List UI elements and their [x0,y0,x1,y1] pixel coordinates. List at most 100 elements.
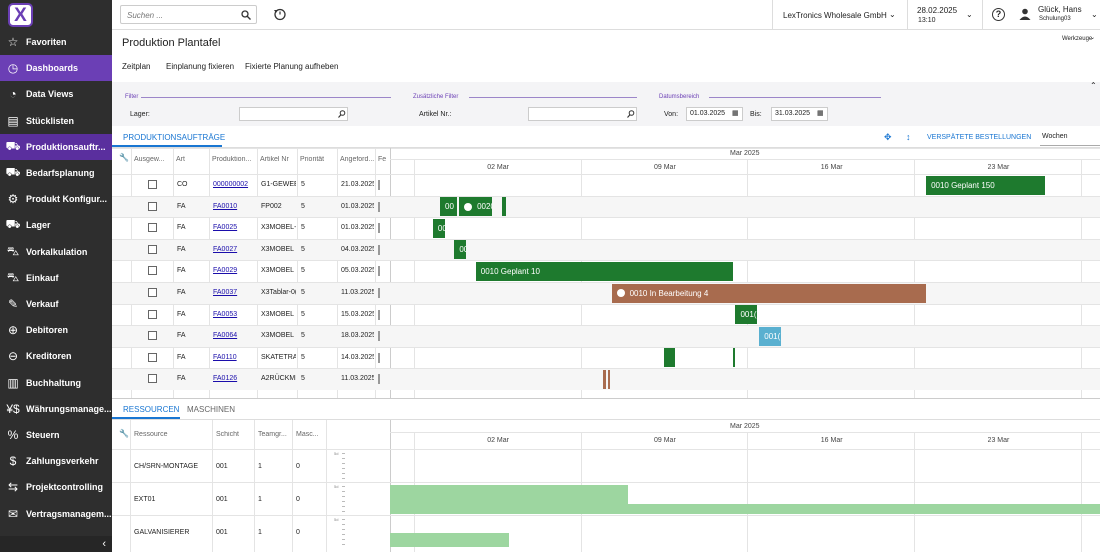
gantt-bar[interactable]: 0020 [459,197,493,217]
move-icon[interactable]: ✥ [884,132,892,143]
column-header[interactable]: Produktion... [212,156,257,163]
gantt-bar[interactable] [501,197,506,217]
collapse-filter-icon[interactable]: ⌃ [1090,81,1097,90]
select-checkbox[interactable] [148,266,157,276]
sidebar-item[interactable]: % Steuern [0,422,112,448]
sidebar-item[interactable]: ⊖ Kreditoren [0,343,112,369]
cell-prod[interactable]: FA0053 [213,304,256,325]
column-header[interactable]: Ressource [134,431,210,438]
select-checkbox[interactable] [148,201,157,211]
sidebar-item[interactable]: ⇆ Projektcontrolling [0,474,112,500]
select-checkbox[interactable] [148,288,157,297]
row-handle[interactable] [378,374,380,385]
cell-prod[interactable]: FA0064 [213,325,256,346]
user-name[interactable]: Glück, Hans [1038,5,1082,14]
cell-prod[interactable]: FA0025 [213,217,256,238]
history-icon[interactable] [273,7,287,21]
gantt-bar[interactable] [663,348,675,368]
select-checkbox[interactable] [148,331,157,341]
select-checkbox[interactable] [148,309,157,319]
view-mode-select[interactable]: Wochen [1042,133,1068,140]
gantt-bar[interactable] [608,369,611,389]
gantt-bar[interactable]: 00 [454,240,467,260]
column-header[interactable]: Teamgr... [258,431,290,438]
cell-prod[interactable]: FA0029 [213,260,256,281]
calendar-icon[interactable]: ▦ [732,109,739,117]
row-handle[interactable] [378,223,380,234]
select-checkbox[interactable] [148,244,157,254]
user-icon[interactable] [1019,8,1031,20]
column-header[interactable]: Priorität [300,156,337,163]
gantt-bar[interactable] [603,369,606,389]
select-checkbox[interactable] [148,374,157,384]
cell-prod[interactable]: FA0027 [213,239,256,260]
row-handle[interactable] [378,180,380,190]
gantt-bar[interactable] [733,348,736,368]
column-header[interactable]: Masc... [296,431,324,438]
gantt-bar[interactable]: 001( [735,305,757,325]
select-checkbox[interactable] [148,180,157,189]
app-logo[interactable]: X [8,3,33,27]
column-header[interactable]: Artikel Nr [260,156,297,163]
sidebar-item[interactable]: ◔ Data Views [0,81,112,107]
column-header[interactable]: Fe [378,156,389,163]
sidebar-item[interactable]: ⛟ Lager [0,212,112,238]
sidebar-item[interactable]: ☆ Favoriten [0,29,112,55]
chevron-down-icon[interactable]: ⌄ [1091,10,1098,19]
gantt-bar[interactable]: 001( [759,326,781,346]
sidebar-item[interactable]: ¥$ Währungsmanage... [0,396,112,422]
gantt-bar[interactable]: 0010 Geplant 150 [926,175,1046,195]
search-icon[interactable] [241,10,251,20]
collapse-sidebar-icon[interactable]: ‹ [0,536,112,552]
gantt-bar[interactable]: 00 [440,197,457,217]
cell-prod[interactable]: 000000002 [213,174,256,195]
cell-prod[interactable]: FA0010 [213,196,256,217]
row-handle[interactable] [378,288,380,298]
search-input[interactable]: Suchen ... [127,11,163,20]
cell-prod[interactable]: FA0037 [213,282,256,303]
calendar-icon[interactable]: ▦ [817,109,824,117]
sidebar-item[interactable]: ◷ Dashboards [0,55,112,82]
cell-prod[interactable]: FA0126 [213,368,256,389]
gantt-bar[interactable]: 0010 Geplant 10 [475,261,734,281]
sidebar-item[interactable]: ⊕ Debitoren [0,317,112,343]
sidebar-item[interactable]: ⚙ Produkt Konfigur... [0,186,112,212]
column-header[interactable]: Ausgew... [134,156,173,163]
help-icon[interactable]: ? [992,8,1005,21]
row-handle[interactable] [378,309,380,320]
column-header[interactable]: Art [176,156,209,163]
chevron-down-icon[interactable]: ⌄ [889,10,896,19]
expand-vertical-icon[interactable]: ↕ [906,132,911,142]
lager-input[interactable] [239,107,348,121]
row-handle[interactable] [378,266,380,277]
tab-produktionsauftraege[interactable]: PRODUKTIONSAUFTRÄGE [123,133,225,142]
sidebar-item[interactable]: ✎ Verkauf [0,291,112,317]
row-handle[interactable] [378,201,380,212]
sidebar-item[interactable]: $ Zahlungsverkehr [0,448,112,474]
gantt-bar[interactable]: 0010 In Bearbeitung 4 [611,283,927,303]
column-header[interactable]: Angeford... [340,156,375,163]
column-header[interactable]: Schicht [216,431,252,438]
tools-menu[interactable]: Werkzeuge [1062,36,1092,42]
wrench-icon[interactable]: 🔧 [119,429,129,438]
sidebar-item[interactable]: ⛟ Produktionsauftr... [0,133,112,160]
wrench-icon[interactable]: 🔧 [119,153,129,162]
tab-maschinen[interactable]: MASCHINEN [187,405,235,414]
search-icon[interactable] [627,110,635,118]
action-zeitplan[interactable]: Zeitplan [122,62,150,71]
sidebar-item[interactable]: ⛟ Bedarfsplanung [0,160,112,186]
tab-ressourcen[interactable]: RESSOURCEN [123,405,179,414]
row-handle[interactable] [378,331,380,342]
sidebar-item[interactable]: ✉ Vertragsmanagem... [0,501,112,527]
sidebar-item[interactable]: ▥ Buchhaltung [0,370,112,396]
late-orders-button[interactable]: VERSPÄTETE BESTELLUNGEN [927,134,1031,141]
chevron-down-icon[interactable]: ⌄ [966,10,973,19]
cell-prod[interactable]: FA0110 [213,347,256,368]
row-handle[interactable] [378,244,380,255]
gantt-bar[interactable]: 00 [432,218,445,238]
action-planung-aufheben[interactable]: Fixierte Planung aufheben [245,62,338,71]
chevron-down-icon[interactable]: ⌄ [1090,34,1095,41]
sidebar-item[interactable]: ▤ Stücklisten [0,108,112,134]
sidebar-item[interactable]: ⛍ Vorkalkulation [0,239,112,265]
search-box[interactable]: Suchen ... [120,5,257,24]
